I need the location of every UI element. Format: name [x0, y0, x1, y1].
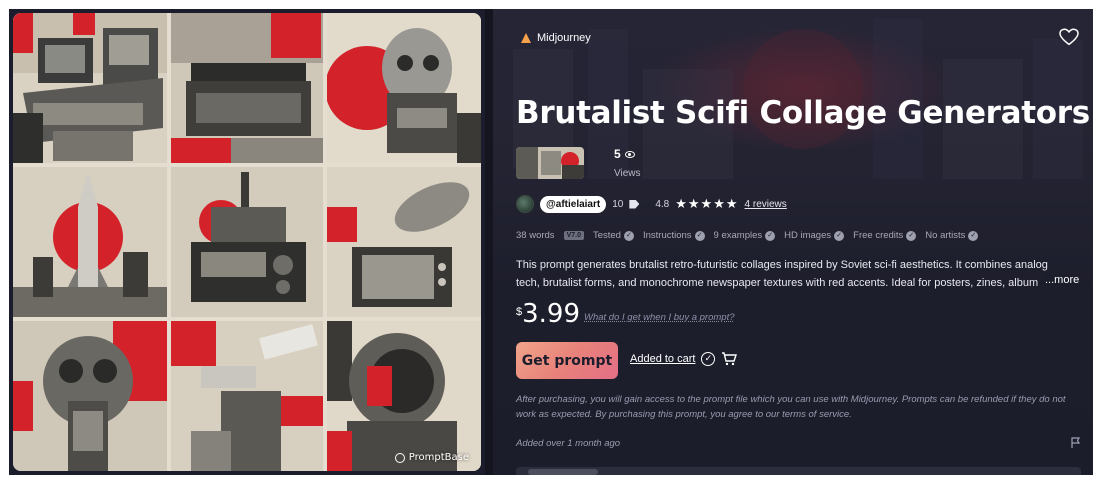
feature-label: Tested	[592, 230, 621, 241]
product-page: PromptBase Midjourney Brutalist Scifi Co…	[9, 9, 1093, 475]
gallery-image-radio-tower[interactable]	[171, 167, 323, 317]
feature-label: HD images	[784, 230, 832, 241]
seller-prompt-count: 10	[612, 198, 624, 210]
check-icon: ✓	[623, 230, 634, 241]
feature-hd-images: HD images ✓	[784, 230, 845, 241]
gallery-image-rocket[interactable]	[13, 167, 167, 317]
gallery-image-robot-skull[interactable]	[327, 13, 481, 163]
platform-badge[interactable]: Midjourney	[521, 32, 591, 44]
product-thumbnail[interactable]	[516, 147, 584, 179]
check-icon: ✓	[765, 230, 776, 241]
product-title: Brutalist Scifi Collage Generators	[516, 95, 1090, 131]
gallery-image-security-camera[interactable]	[171, 321, 323, 471]
feature-examples: 9 examples ✓	[714, 230, 776, 241]
price: $ 3.99	[516, 299, 580, 329]
gallery-image-satellite-tv[interactable]	[327, 167, 481, 317]
version-badge: V7.0	[563, 231, 584, 240]
seller-avatar[interactable]	[516, 195, 534, 213]
seller-row: @aftielaiart 10 4.8 ★★★★★ 4 reviews	[516, 194, 787, 214]
report-flag-icon[interactable]	[1071, 437, 1081, 448]
views-number: 5	[614, 147, 621, 161]
description-more-link[interactable]: ...more	[1043, 274, 1080, 286]
views-count: 5	[614, 147, 635, 161]
gallery-image-gas-mask[interactable]	[13, 321, 167, 471]
added-to-cart-link[interactable]: Added to cart	[630, 353, 695, 365]
watermark-label: PromptBase	[408, 452, 469, 463]
purchase-help-link[interactable]: What do I get when I buy a prompt?	[584, 312, 735, 323]
views-label: Views	[614, 168, 641, 179]
check-icon: ✓	[694, 230, 705, 241]
feature-label: 9 examples	[713, 230, 763, 241]
example-gallery[interactable]: PromptBase	[13, 13, 481, 471]
feature-label: Instructions	[642, 230, 692, 241]
promptbase-logo-icon	[394, 452, 405, 463]
favorite-heart-icon[interactable]	[1059, 28, 1079, 46]
feature-instructions: Instructions ✓	[643, 230, 705, 241]
reviews-link[interactable]: 4 reviews	[745, 199, 787, 210]
eye-icon	[624, 150, 635, 158]
feature-tested: Tested ✓	[593, 230, 634, 241]
check-icon: ✓	[968, 230, 979, 241]
cart-icon[interactable]	[721, 352, 738, 366]
tag-icon	[629, 199, 640, 209]
seller-handle-link[interactable]: @aftielaiart	[540, 195, 607, 213]
feature-free-credits: Free credits ✓	[853, 230, 917, 241]
price-value: 3.99	[522, 299, 581, 329]
gallery-image-typewriter[interactable]	[171, 13, 323, 163]
product-details-panel: Midjourney Brutalist Scifi Collage Gener…	[493, 9, 1093, 475]
feature-label: Free credits	[853, 230, 904, 241]
check-circle-icon: ✓	[701, 352, 716, 366]
platform-label: Midjourney	[537, 32, 591, 44]
get-prompt-button[interactable]: Get prompt	[516, 342, 618, 379]
purchase-disclaimer: After purchasing, you will gain access t…	[516, 394, 1066, 420]
rating-value: 4.8	[655, 198, 670, 210]
product-description: This prompt generates brutalist retro-fu…	[516, 259, 1048, 289]
next-section-preview	[516, 467, 1081, 475]
gallery-image-astronaut-helmet[interactable]	[327, 321, 481, 471]
midjourney-sail-icon	[521, 33, 531, 43]
gallery-divider	[485, 9, 493, 475]
cart-status[interactable]: Added to cart ✓	[630, 352, 738, 366]
gallery-image-computer-console[interactable]	[13, 13, 167, 163]
check-icon: ✓	[906, 230, 917, 241]
rating-stars: ★★★★★	[675, 196, 739, 211]
feature-list: 38 words V7.0 Tested ✓ Instructions ✓ 9 ex…	[516, 230, 979, 241]
added-date: Added over 1 month ago	[516, 438, 621, 449]
word-count: 38 words	[516, 230, 555, 241]
feature-label: No artists	[925, 230, 966, 241]
check-icon: ✓	[834, 230, 845, 241]
feature-no-artists: No artists ✓	[925, 230, 979, 241]
promptbase-watermark: PromptBase	[394, 452, 469, 463]
